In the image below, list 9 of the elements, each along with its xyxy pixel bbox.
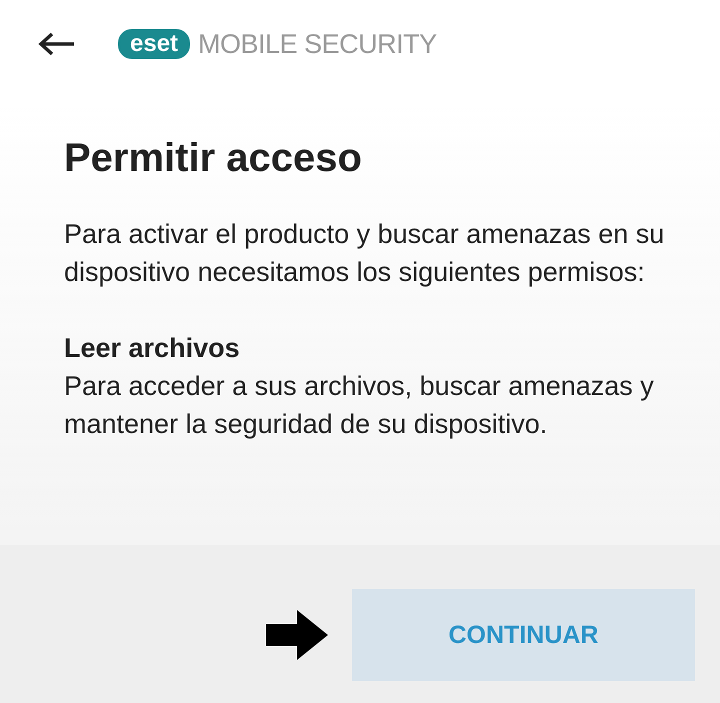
permission-title: Leer archivos	[64, 332, 241, 365]
logo-text: MOBILE SECURITY	[198, 28, 437, 60]
back-icon[interactable]	[38, 32, 76, 56]
permission-description: Para acceder a sus archivos, buscar amenazas y mantener la seguridad de su dispositivo.	[64, 370, 655, 441]
logo-mark: eset	[118, 29, 190, 59]
intro-text: Para activar el producto y buscar amenazas en su dispositivo necesitamos los siguientes permisos:	[64, 218, 666, 289]
continue-button[interactable]: CONTINUAR	[352, 589, 695, 681]
page-title: Permitir acceso	[64, 136, 363, 181]
arrow-right-icon	[266, 610, 328, 660]
